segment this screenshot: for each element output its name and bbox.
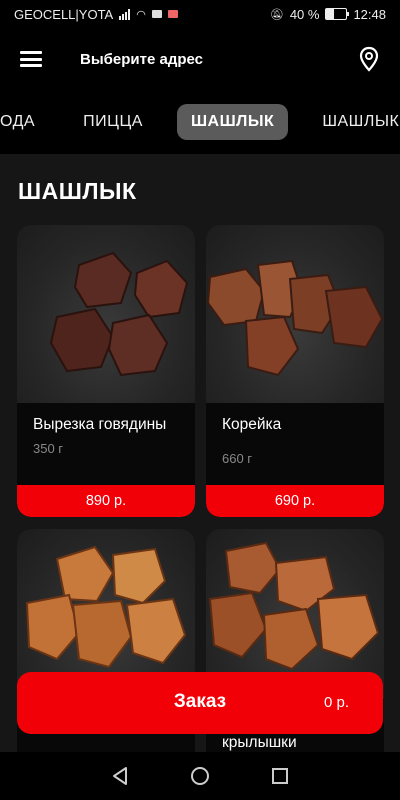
mail-icon [167, 10, 178, 18]
address-selector[interactable]: Выберите адрес [80, 51, 358, 68]
product-card[interactable] [17, 529, 195, 789]
home-circle-icon[interactable] [188, 764, 212, 788]
status-bar: GEOCELL|YOTA ◠ 🔕︎ 40 % 12:48 [0, 0, 400, 28]
app-header: Выберите адрес [0, 28, 400, 90]
signal-icon [119, 8, 131, 20]
product-card[interactable]: Корейка 660 г 690 р. [206, 225, 384, 517]
back-triangle-icon[interactable] [108, 764, 132, 788]
wifi-icon: ◠ [136, 8, 146, 21]
product-name: крылышки [222, 734, 297, 751]
product-price-button[interactable]: 890 р. [17, 485, 195, 517]
product-weight: 660 г [222, 451, 253, 466]
product-photo [206, 225, 384, 403]
order-button[interactable]: Заказ 0 р. [17, 672, 383, 734]
carrier-name: GEOCELL|YOTA [14, 6, 114, 22]
product-card[interactable]: крылышки [206, 529, 384, 789]
tab-pizza[interactable]: ПИЦЦА [69, 104, 157, 140]
battery-percent: 40 % [289, 6, 320, 22]
product-name: Вырезка говядины [33, 416, 167, 433]
product-card[interactable]: Вырезка говядины 350 г 890 р. [17, 225, 195, 517]
tab-shashlik-from[interactable]: ШАШЛЫК ИЗ С [308, 104, 400, 140]
category-tabs: ОДА ПИЦЦА ШАШЛЫК ШАШЛЫК ИЗ С [0, 90, 400, 154]
product-name: Корейка [222, 416, 282, 433]
section-title: ШАШЛЫК [18, 178, 137, 204]
hamburger-menu-icon[interactable] [20, 51, 42, 67]
mute-icon: 🔕︎ [269, 8, 284, 21]
product-photo [17, 225, 195, 403]
battery-icon [325, 8, 350, 20]
product-price-button[interactable]: 690 р. [206, 485, 384, 517]
clock: 12:48 [353, 6, 386, 22]
product-weight: 350 г [33, 441, 64, 456]
recents-square-icon[interactable] [268, 764, 292, 788]
tab-soda[interactable]: ОДА [0, 104, 49, 140]
notification-icon [151, 10, 162, 18]
order-total: 0 р. [323, 694, 349, 711]
location-pin-icon[interactable] [358, 46, 380, 72]
tab-shashlik[interactable]: ШАШЛЫК [176, 104, 289, 140]
system-navigation-bar [0, 752, 400, 800]
